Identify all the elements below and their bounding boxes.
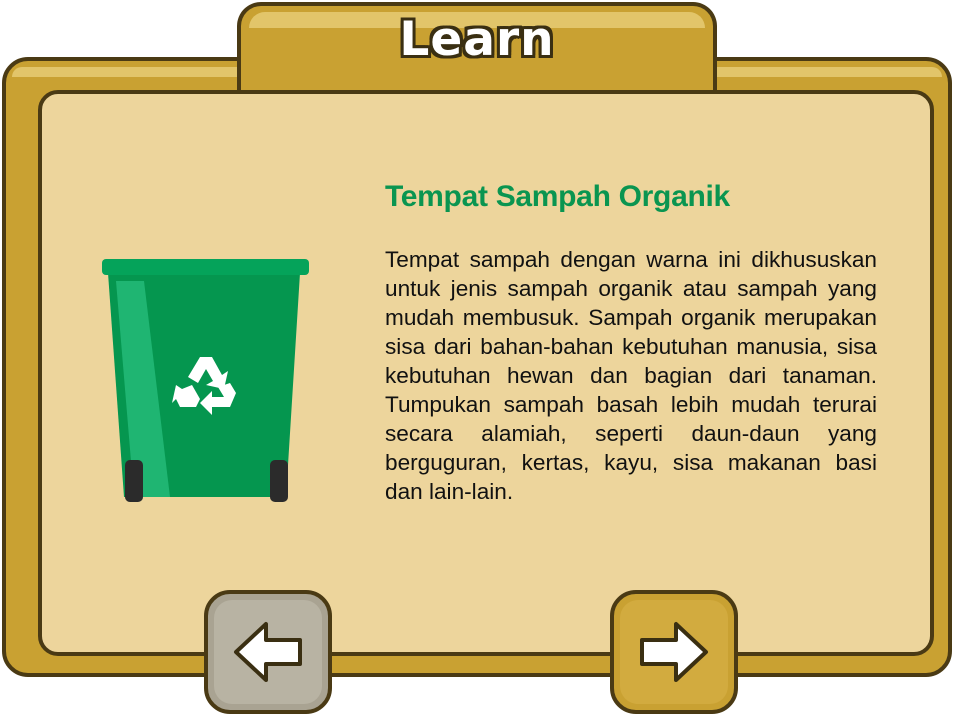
page-title: Learn [399,12,555,67]
next-button[interactable] [610,590,738,714]
card-heading: Tempat Sampah Organik [385,180,730,213]
previous-button[interactable] [204,590,332,714]
arrow-left-icon [234,622,302,682]
card-description: Tempat sampah dengan warna ini dikhususk… [385,247,877,504]
green-recycle-bin-icon [102,259,309,502]
arrow-right-icon [640,622,708,682]
